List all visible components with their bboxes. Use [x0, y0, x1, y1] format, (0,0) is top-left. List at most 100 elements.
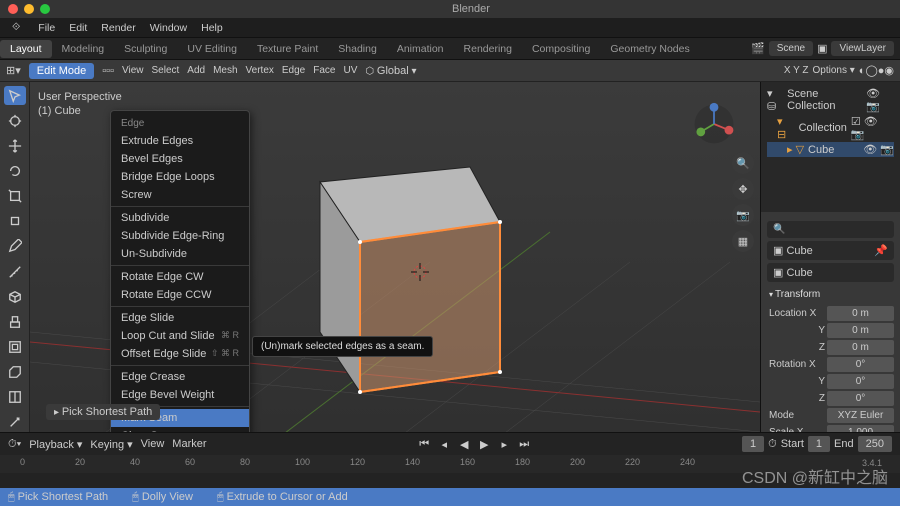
- menu-item[interactable]: Subdivide: [111, 209, 249, 227]
- options-btn[interactable]: Options ▾: [813, 65, 855, 76]
- section-transform[interactable]: Transform: [767, 285, 894, 304]
- search-input[interactable]: 🔍: [767, 221, 894, 238]
- properties-panel[interactable]: 🔍 ▣ Cube📌 ▣ Cube Transform Location X0 m…: [761, 212, 900, 432]
- menu-item[interactable]: Offset Edge Slide⇧ ⌘ R: [111, 345, 249, 363]
- nav-gizmo[interactable]: [692, 102, 736, 146]
- jump-end-icon[interactable]: ⏭: [515, 436, 533, 452]
- shading-icons[interactable]: ◐◯●◉: [859, 64, 894, 77]
- tab-comp[interactable]: Compositing: [522, 40, 600, 58]
- menu-view[interactable]: View: [122, 65, 144, 76]
- axis-overlay[interactable]: X Y Z: [784, 65, 809, 76]
- tab-geo[interactable]: Geometry Nodes: [600, 40, 699, 58]
- menu-item[interactable]: Extrude Edges: [111, 132, 249, 150]
- prev-key-icon[interactable]: ◂: [435, 436, 453, 452]
- menu-file[interactable]: File: [32, 20, 61, 36]
- next-key-icon[interactable]: ▸: [495, 436, 513, 452]
- edge-context-menu: Edge Extrude EdgesBevel EdgesBridge Edge…: [110, 110, 250, 432]
- menu-header: Edge: [111, 115, 249, 132]
- play-icon[interactable]: ▶: [475, 436, 493, 452]
- menu-item[interactable]: Screw: [111, 186, 249, 204]
- extrude-tool[interactable]: [4, 312, 26, 331]
- tab-uv[interactable]: UV Editing: [177, 40, 247, 58]
- camera-icon[interactable]: 📷: [732, 204, 754, 226]
- menu-window[interactable]: Window: [144, 20, 193, 36]
- tab-modeling[interactable]: Modeling: [52, 40, 115, 58]
- scene-icon[interactable]: 🎬: [751, 42, 765, 55]
- select-tool[interactable]: [4, 86, 26, 105]
- knife-tool[interactable]: [4, 413, 26, 432]
- zoom-icon[interactable]: 🔍: [732, 152, 754, 174]
- viewport-header: ⊞▾ Edit Mode ▫▫▫ View Select Add Mesh Ve…: [0, 60, 900, 82]
- current-frame[interactable]: 1: [742, 436, 764, 452]
- workspace-tabs: Layout Modeling Sculpting UV Editing Tex…: [0, 38, 900, 60]
- menu-item[interactable]: Bridge Edge Loops: [111, 168, 249, 186]
- cursor-tool[interactable]: [4, 111, 26, 130]
- obj-name: ▣ Cube: [767, 263, 894, 282]
- measure-tool[interactable]: [4, 262, 26, 281]
- tab-layout[interactable]: Layout: [0, 40, 52, 58]
- menu-item[interactable]: Edge Crease: [111, 368, 249, 386]
- minimize-icon[interactable]: [24, 4, 34, 14]
- redo-panel[interactable]: ▸ Pick Shortest Path: [46, 404, 160, 420]
- jump-start-icon[interactable]: ⏮: [415, 436, 433, 452]
- tab-render[interactable]: Rendering: [454, 40, 522, 58]
- menu-help[interactable]: Help: [195, 20, 229, 36]
- menu-item[interactable]: Edge Bevel Weight: [111, 386, 249, 404]
- loopcut-tool[interactable]: [4, 388, 26, 407]
- outliner-collection: ▾ ⊟Collection☑ 👁 📷: [767, 114, 894, 142]
- menu-face[interactable]: Face: [313, 65, 335, 76]
- menu-item[interactable]: Subdivide Edge-Ring: [111, 227, 249, 245]
- move-tool[interactable]: [4, 136, 26, 155]
- tab-sculpting[interactable]: Sculpting: [114, 40, 177, 58]
- tab-texpaint[interactable]: Texture Paint: [247, 40, 328, 58]
- select-mode-icons[interactable]: ▫▫▫: [102, 65, 114, 77]
- menu-item[interactable]: Bevel Edges: [111, 150, 249, 168]
- scale-tool[interactable]: [4, 187, 26, 206]
- persp-icon[interactable]: ▦: [732, 230, 754, 252]
- viewlayer-field[interactable]: ViewLayer: [831, 41, 894, 56]
- obj-selector: ▣ Cube📌: [767, 241, 894, 260]
- menu-item[interactable]: Rotate Edge CW: [111, 268, 249, 286]
- menu-vertex[interactable]: Vertex: [246, 65, 274, 76]
- menu-select[interactable]: Select: [151, 65, 179, 76]
- add-cube-tool[interactable]: [4, 287, 26, 306]
- tooltip: (Un)mark selected edges as a seam.: [252, 336, 433, 357]
- transform-tool[interactable]: [4, 212, 26, 231]
- menu-item[interactable]: Un-Subdivide: [111, 245, 249, 263]
- viewlayer-icon[interactable]: ▣: [817, 42, 827, 55]
- outliner[interactable]: ▾ ⛁Scene Collection👁 📷 ▾ ⊟Collection☑ 👁 …: [761, 82, 900, 212]
- bevel-tool[interactable]: [4, 363, 26, 382]
- inset-tool[interactable]: [4, 337, 26, 356]
- menu-item[interactable]: Clear Seam: [111, 427, 249, 432]
- tab-shading[interactable]: Shading: [328, 40, 387, 58]
- tab-anim[interactable]: Animation: [387, 40, 454, 58]
- close-icon[interactable]: [8, 4, 18, 14]
- menubar: ⟐ File Edit Render Window Help: [0, 18, 900, 38]
- menu-item[interactable]: Loop Cut and Slide⌘ R: [111, 327, 249, 345]
- menu-uv[interactable]: UV: [343, 65, 357, 76]
- status-bar: 🖱 Pick Shortest Path 🖱 Dolly View 🖱 Extr…: [0, 488, 900, 506]
- maximize-icon[interactable]: [40, 4, 50, 14]
- timeline-editor-icon[interactable]: ⏱▾: [8, 438, 21, 451]
- cube-mesh: [320, 167, 502, 394]
- orient[interactable]: ⬡ Global ▾: [365, 65, 416, 77]
- menu-add[interactable]: Add: [187, 65, 205, 76]
- menu-edit[interactable]: Edit: [63, 20, 93, 36]
- menu-render[interactable]: Render: [95, 20, 141, 36]
- play-rev-icon[interactable]: ◀: [455, 436, 473, 452]
- scene-field[interactable]: Scene: [769, 41, 813, 56]
- mode-selector[interactable]: Edit Mode: [29, 63, 95, 79]
- viewport-3d[interactable]: User Perspective(1) Cube Edge Extrude Ed…: [30, 82, 760, 432]
- pan-icon[interactable]: ✥: [732, 178, 754, 200]
- toolbar-left: [0, 82, 30, 432]
- menu-edge[interactable]: Edge: [282, 65, 305, 76]
- editor-type-icon[interactable]: ⊞▾: [6, 64, 21, 77]
- menu-item[interactable]: Edge Slide: [111, 309, 249, 327]
- watermark: CSDN @新缸中之脑: [742, 464, 888, 488]
- blender-logo-icon[interactable]: ⟐: [6, 19, 26, 36]
- rotate-tool[interactable]: [4, 161, 26, 180]
- menu-item[interactable]: Rotate Edge CCW: [111, 286, 249, 304]
- app-title: Blender: [50, 3, 892, 15]
- menu-mesh[interactable]: Mesh: [213, 65, 237, 76]
- annotate-tool[interactable]: [4, 237, 26, 256]
